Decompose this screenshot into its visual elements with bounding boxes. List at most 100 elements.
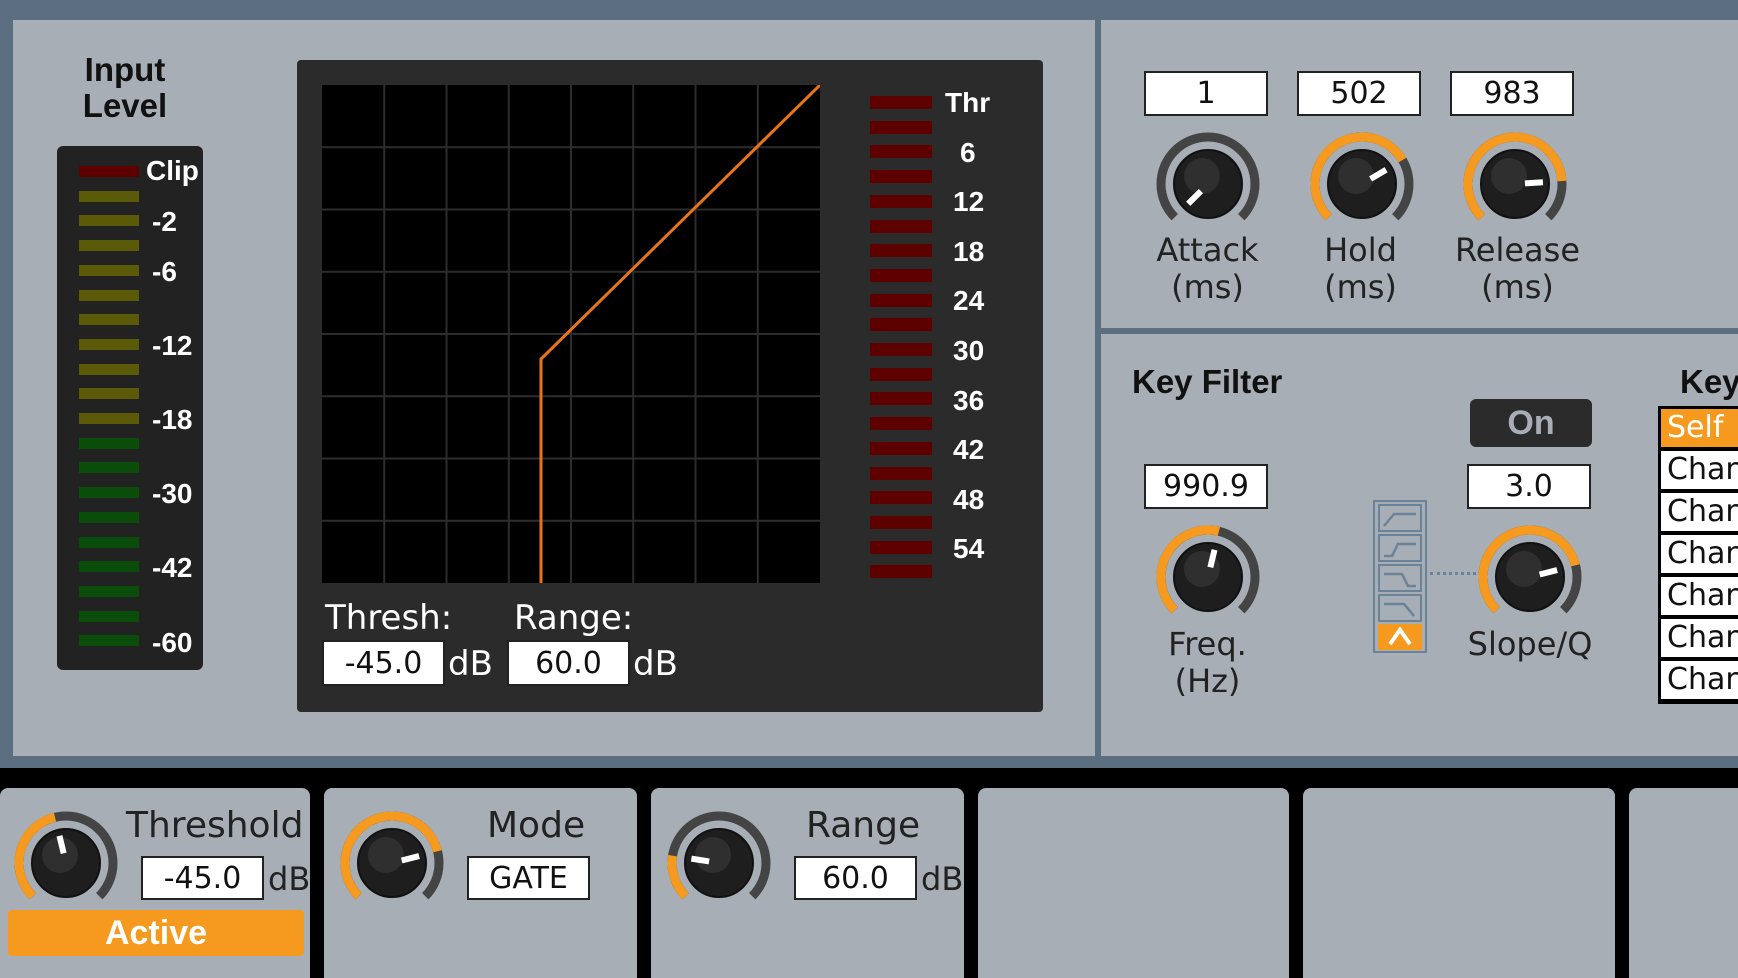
slope-caption: Slope/Q (1467, 625, 1593, 663)
transfer-curve-graph[interactable] (322, 85, 820, 583)
mode-knob[interactable] (337, 808, 447, 918)
knob-pointer (690, 855, 710, 865)
gain-reduction-segment (870, 367, 932, 381)
gain-reduction-segment (870, 268, 932, 282)
threshold-title: Threshold (126, 805, 304, 846)
key-source-item-selected[interactable]: Self (1661, 409, 1738, 447)
gain-reduction-label: 24 (953, 285, 985, 317)
meter-segment (79, 585, 139, 597)
freq-input[interactable]: 990.9 (1144, 464, 1268, 509)
range-bottom-unit: dB (921, 860, 964, 898)
thresh-unit: dB (448, 644, 493, 684)
meter-segment (79, 264, 139, 276)
gain-reduction-segment (870, 318, 932, 332)
key-source-item[interactable]: Chan (1661, 535, 1738, 573)
threshold-input[interactable]: -45.0 (141, 856, 264, 900)
release-caption: Release (ms) (1454, 231, 1581, 306)
knob-pointer (1524, 179, 1544, 187)
high-pass-icon[interactable] (1378, 504, 1422, 532)
freq-knob[interactable] (1153, 522, 1263, 632)
gain-reduction-label: 6 (960, 136, 976, 168)
gain-reduction-segment (870, 441, 932, 455)
gain-reduction-label: 54 (953, 533, 985, 565)
key-source-item[interactable]: Chan (1661, 451, 1738, 489)
gain-reduction-label: 18 (953, 235, 985, 267)
gain-reduction-label: 42 (953, 434, 985, 466)
meter-segment (79, 536, 139, 548)
hold-caption: Hold (ms) (1324, 231, 1397, 306)
meter-segment (79, 635, 139, 647)
attack-knob[interactable] (1153, 129, 1263, 239)
range-bottom-input[interactable]: 60.0 (794, 856, 917, 900)
gain-reduction-segment (870, 343, 932, 356)
thresh-input[interactable]: -45.0 (322, 640, 445, 686)
key-source-item[interactable]: Chan (1661, 493, 1738, 531)
release-knob[interactable] (1460, 129, 1570, 239)
meter-segment (79, 363, 139, 375)
low-pass-icon[interactable] (1378, 594, 1422, 622)
meter-segment (79, 215, 139, 227)
meter-segment (79, 561, 139, 573)
slope-knob[interactable] (1475, 522, 1585, 632)
freq-caption: Freq. (Hz) (1168, 625, 1247, 700)
threshold-knob[interactable] (11, 808, 121, 918)
meter-label: -42 (152, 552, 193, 583)
mode-select[interactable]: GATE (467, 856, 590, 900)
range-knob[interactable] (664, 808, 774, 918)
knob-value-arc (667, 854, 690, 900)
key-filter-on-button[interactable]: On (1470, 399, 1592, 447)
meter-label: -18 (152, 404, 193, 435)
release-input[interactable]: 983 (1450, 71, 1574, 116)
attack-input[interactable]: 1 (1144, 71, 1268, 116)
range-title: Range (806, 805, 921, 846)
gain-reduction-label: 48 (953, 483, 985, 515)
thresh-label: Thresh: (325, 598, 453, 638)
meter-label: -60 (152, 627, 193, 658)
knob-highlight (1338, 158, 1374, 194)
filter-link-dots (1430, 572, 1476, 575)
empty-strip-2 (1303, 788, 1615, 978)
empty-strip-1 (978, 788, 1289, 978)
hold-knob[interactable] (1307, 129, 1417, 239)
meter-segment (79, 487, 139, 499)
gain-reduction-segment (870, 145, 932, 159)
gain-reduction-segment (870, 491, 932, 505)
meter-segment (79, 314, 139, 326)
active-status-button[interactable]: Active (8, 910, 304, 956)
right-pane-divider (1101, 328, 1738, 334)
hold-input[interactable]: 502 (1297, 71, 1421, 116)
gain-reduction-segment (870, 392, 932, 406)
gain-reduction-segment (870, 194, 932, 208)
knob-highlight (1506, 551, 1542, 587)
meter-segment (79, 190, 139, 202)
meter-segment (79, 166, 139, 177)
meter-segment (79, 610, 139, 622)
key-filter-title: Key Filter (1132, 363, 1283, 400)
gain-reduction-segment (870, 120, 932, 134)
key-source-item[interactable]: Chan (1661, 577, 1738, 615)
key-source-item[interactable]: Chan (1661, 619, 1738, 657)
knob-highlight (368, 837, 404, 873)
gain-reduction-segment (870, 293, 932, 307)
knob-pointer (56, 835, 67, 854)
knob-pointer (1207, 549, 1218, 568)
meter-segment (79, 338, 139, 350)
mode-title: Mode (487, 805, 586, 846)
slope-input[interactable]: 3.0 (1467, 464, 1591, 509)
gain-reduction-label: 30 (953, 335, 985, 366)
bandpass-icon[interactable] (1378, 624, 1422, 650)
meter-label: Clip (146, 155, 199, 186)
knob-highlight (695, 837, 731, 873)
range-input[interactable]: 60.0 (507, 640, 630, 686)
low-shelf-icon[interactable] (1378, 534, 1422, 562)
gain-reduction-segment (870, 540, 932, 554)
meter-segment (79, 240, 139, 252)
key-source-item[interactable]: Chan (1661, 661, 1738, 699)
gain-reduction-segment (870, 417, 932, 431)
attack-caption: Attack (ms) (1156, 231, 1259, 306)
range-label: Range: (514, 598, 634, 638)
input-level-title: Input Level (82, 51, 168, 124)
gain-reduction-segment (870, 244, 932, 258)
high-shelf-icon[interactable] (1378, 564, 1422, 592)
meter-label: -30 (152, 478, 193, 509)
